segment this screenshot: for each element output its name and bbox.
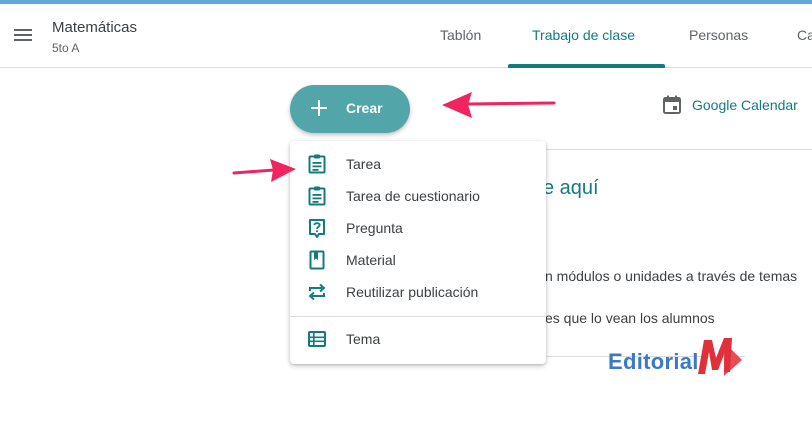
content-divider (540, 149, 812, 150)
menu-item-question[interactable]: Pregunta (290, 212, 546, 244)
create-menu: Tarea Tarea de cuestionario Pregunta Mat… (290, 141, 546, 364)
menu-item-material[interactable]: Material (290, 244, 546, 276)
menu-item-quiz-assignment[interactable]: Tarea de cuestionario (290, 180, 546, 212)
question-icon (309, 219, 325, 238)
menu-item-label: Tarea de cuestionario (346, 188, 480, 204)
create-button-label: Crear (346, 100, 383, 116)
empty-state-heading: e aquí (543, 177, 599, 199)
google-calendar-label: Google Calendar (692, 97, 798, 113)
tab-grades[interactable]: Ca (797, 4, 812, 68)
app-header: Matemáticas 5to A Tablón Trabajo de clas… (0, 4, 812, 68)
menu-item-assignment[interactable]: Tarea (290, 148, 546, 180)
active-tab-indicator (508, 64, 665, 68)
annotation-arrow-create (442, 92, 556, 118)
md-logo-icon (698, 338, 742, 376)
hamburger-menu-icon[interactable] (12, 26, 34, 44)
menu-divider (290, 316, 546, 317)
reuse-post-icon (308, 283, 326, 301)
topic-list-icon (308, 331, 326, 347)
watermark-text: Editorial (608, 349, 699, 374)
menu-item-label: Tarea (346, 156, 382, 172)
menu-item-topic[interactable]: Tema (290, 323, 546, 355)
menu-item-label: Reutilizar publicación (346, 284, 479, 300)
assignment-icon (308, 154, 326, 174)
calendar-icon (663, 95, 681, 114)
menu-item-label: Tema (346, 331, 381, 347)
tab-stream[interactable]: Tablón (440, 4, 481, 68)
tab-classwork[interactable]: Trabajo de clase (532, 4, 635, 68)
plus-icon (311, 100, 327, 116)
create-button[interactable]: Crear (290, 85, 410, 133)
annotation-arrow-tarea (232, 159, 296, 182)
tab-people[interactable]: Personas (689, 4, 748, 68)
menu-item-label: Material (346, 252, 396, 268)
class-title[interactable]: Matemáticas (52, 19, 137, 36)
quiz-assignment-icon (308, 186, 326, 206)
empty-state-text-line-1: n módulos o unidades a través de temas (545, 268, 798, 284)
material-book-icon (309, 250, 325, 270)
menu-item-reuse-post[interactable]: Reutilizar publicación (290, 276, 546, 308)
menu-item-label: Pregunta (346, 220, 403, 236)
class-section: 5to A (52, 41, 80, 55)
editorial-md-watermark: Editorial (606, 332, 756, 382)
empty-state-text-line-2: es que lo vean los alumnos (545, 310, 715, 326)
